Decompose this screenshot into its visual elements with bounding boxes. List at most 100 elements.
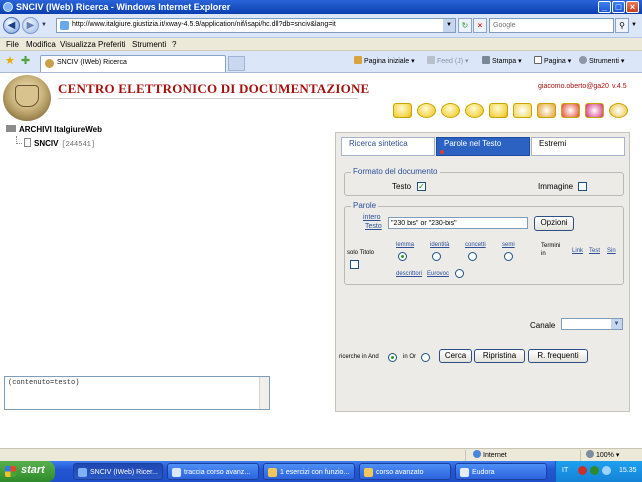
option-lemma[interactable]: lemma (396, 242, 414, 248)
identita-radio[interactable] (432, 252, 441, 261)
or-radio[interactable] (421, 353, 430, 362)
toolbar-icon-1[interactable] (393, 103, 412, 118)
forward-button[interactable]: ▶ (22, 17, 39, 34)
option-eurovoc[interactable]: Eurovoc (427, 271, 449, 277)
version-label: v.4.5 (612, 83, 627, 90)
semi-radio[interactable] (504, 252, 513, 261)
taskbar: start SNCIV (IWeb) Ricer... traccia cors… (0, 461, 642, 482)
toolbar-icon-5[interactable] (489, 103, 508, 118)
r-frequenti-button[interactable]: R. frequenti (528, 349, 588, 363)
and-radio[interactable] (388, 353, 397, 362)
query-scrollbar[interactable] (259, 377, 269, 409)
back-button[interactable]: ◀ (3, 17, 20, 34)
tray-icon-2[interactable] (590, 466, 599, 475)
browser-tab[interactable]: SNCIV (IWeb) Ricerca (40, 55, 226, 72)
testo-checkbox[interactable]: ✓ (417, 182, 426, 191)
new-tab-button[interactable] (228, 56, 245, 71)
feeds-button[interactable]: Feed (J) ▾ (427, 56, 469, 67)
taskbar-item-corso[interactable]: corso avanzato (359, 463, 451, 480)
address-url: http://www.italgiure.giustizia.it/xway-4… (72, 21, 336, 28)
address-toolbar: ◀ ▶ ▼ http://www.italgiure.giustizia.it/… (0, 14, 642, 38)
termini-test[interactable]: Test (589, 248, 600, 254)
zoom-icon (586, 450, 594, 458)
print-document-icon[interactable] (537, 103, 556, 118)
printer-icon (482, 56, 490, 64)
home-icon (354, 56, 362, 64)
minimize-button[interactable]: _ (598, 1, 611, 13)
menu-bar: File Modifica Visualizza Preferiti Strum… (0, 38, 642, 51)
page-menu-button[interactable]: Pagina ▾ (534, 56, 571, 67)
taskbar-item-snciv[interactable]: SNCIV (IWeb) Ricer... (73, 463, 163, 480)
menu-help[interactable]: ? (172, 39, 176, 50)
tray-icon-1[interactable] (578, 466, 587, 475)
home-button[interactable]: Pagina iniziale ▾ (354, 56, 415, 67)
eurovoc-radio[interactable] (455, 269, 464, 278)
system-tray: IT 15.35 (555, 461, 642, 482)
solo-titolo-checkbox[interactable] (350, 260, 359, 269)
history-dropdown-icon[interactable]: ▼ (41, 22, 47, 28)
concetti-radio[interactable] (468, 252, 477, 261)
stop-icon[interactable]: × (473, 18, 487, 33)
option-identita[interactable]: identità (430, 242, 449, 248)
cerca-button[interactable]: Cerca (439, 349, 472, 363)
ripristina-button[interactable]: Ripristina (474, 349, 525, 363)
query-textarea[interactable]: (contenuto=testo) (4, 376, 270, 410)
address-dropdown-icon[interactable]: ▼ (443, 19, 455, 32)
windows-logo-icon (5, 466, 16, 477)
tab-estremi[interactable]: Estremi (531, 137, 625, 156)
tree-root[interactable]: ARCHIVI ItalgiureWeb (6, 125, 102, 134)
taskbar-item-esercizi[interactable]: 1 esercizi con funzio... (263, 463, 355, 480)
opzioni-button[interactable]: Opzioni (534, 216, 574, 231)
language-indicator[interactable]: IT (562, 467, 568, 474)
termini-link[interactable]: Link (572, 248, 583, 254)
add-favorites-icon[interactable]: ✚ (21, 56, 32, 67)
intero-link[interactable]: intero (363, 214, 381, 221)
tools-icon[interactable] (561, 103, 580, 118)
toolbar-icon-2[interactable] (417, 103, 436, 118)
print-button[interactable]: Stampa ▾ (482, 56, 522, 67)
option-concetti[interactable]: concetti (465, 242, 486, 248)
words-input[interactable] (388, 217, 528, 229)
search-input[interactable] (490, 19, 600, 32)
menu-strumenti[interactable]: Strumenti (132, 39, 166, 50)
window-title: SNCIV (IWeb) Ricerca - Windows Internet … (16, 2, 231, 12)
testo-link[interactable]: Testo (365, 223, 382, 230)
parole-legend: Parole (351, 201, 379, 210)
favorites-star-icon[interactable]: ★ (5, 56, 16, 67)
tray-icon-3[interactable] (602, 466, 611, 475)
toolbar-icon-3[interactable] (441, 103, 460, 118)
option-descrittori[interactable]: descrittori (396, 271, 422, 277)
tab-favicon (45, 59, 54, 68)
tab-parole-nel-testo[interactable]: Parole nel Testo (436, 137, 530, 156)
help-icon[interactable] (609, 103, 628, 118)
termini-sin[interactable]: Sin (607, 248, 616, 254)
menu-modifica[interactable]: Modifica (26, 39, 56, 50)
pen-icon[interactable] (585, 103, 604, 118)
refresh-icon[interactable]: ↻ (458, 18, 472, 33)
feed-icon (427, 56, 435, 64)
menu-file[interactable]: File (6, 39, 19, 50)
tab-ricerca-sintetica[interactable]: Ricerca sintetica (341, 137, 435, 156)
tools-menu-button[interactable]: Strumenti ▾ (579, 56, 624, 67)
taskbar-item-traccia[interactable]: traccia corso avanz... (167, 463, 259, 480)
start-button[interactable]: start (0, 461, 55, 482)
menu-preferiti[interactable]: Preferiti (98, 39, 126, 50)
close-window-button[interactable]: × (626, 1, 639, 13)
search-box[interactable] (489, 18, 614, 33)
network-icon[interactable] (513, 103, 532, 118)
option-semi[interactable]: semi (502, 242, 515, 248)
menu-visualizza[interactable]: Visualizza (60, 39, 96, 50)
taskbar-item-eudora[interactable]: Eudora (455, 463, 547, 480)
lemma-radio[interactable] (398, 252, 407, 261)
toolbar-icon-4[interactable] (465, 103, 484, 118)
folder-icon (6, 125, 16, 132)
search-icon[interactable]: ⚲ (615, 18, 629, 33)
tree-item-snciv[interactable]: SNCIV [244541] (16, 136, 95, 149)
zoom-level[interactable]: 100% ▾ (586, 450, 619, 461)
maximize-button[interactable]: □ (612, 1, 625, 13)
canale-select[interactable]: ▼ (561, 318, 623, 330)
address-field[interactable]: http://www.italgiure.giustizia.it/xway-4… (56, 18, 456, 33)
canale-label: Canale (530, 321, 556, 330)
immagine-checkbox[interactable] (578, 182, 587, 191)
search-options-icon[interactable]: ▼ (631, 22, 637, 28)
